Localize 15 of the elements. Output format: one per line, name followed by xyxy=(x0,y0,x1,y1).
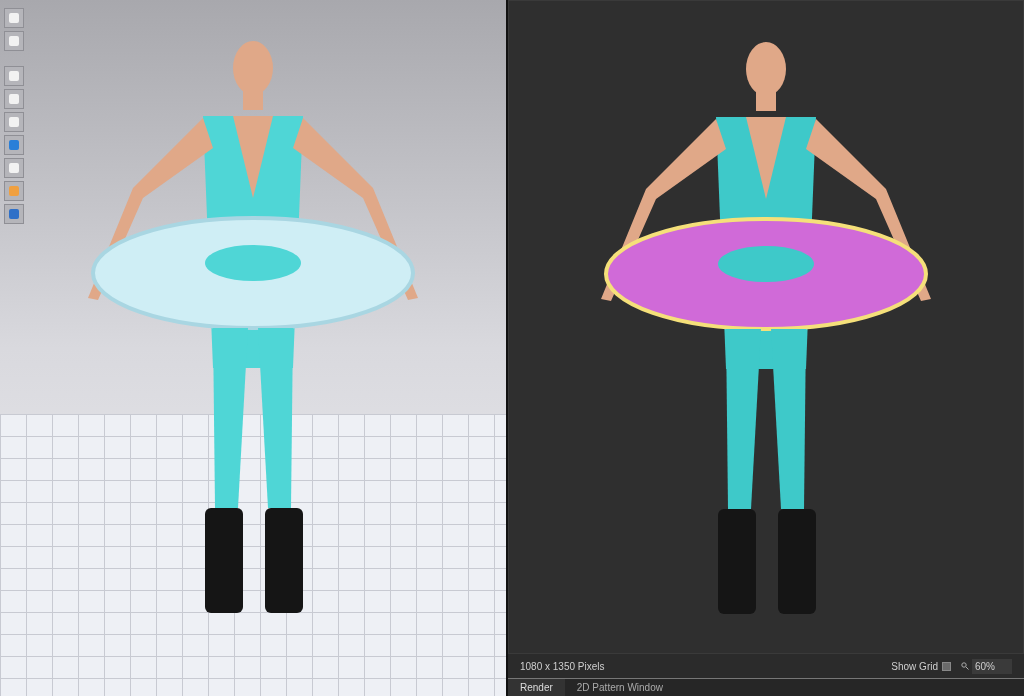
toolbar-button[interactable] xyxy=(4,112,24,132)
search-icon xyxy=(961,662,969,670)
resolution-label: 1080 x 1350 Pixels xyxy=(520,659,605,674)
show-grid-label: Show Grid xyxy=(891,659,938,674)
zoom-field[interactable]: 60% xyxy=(972,658,1012,674)
toolbar-button[interactable] xyxy=(4,135,24,155)
toolbar-button[interactable] xyxy=(4,158,24,178)
toolbar-button[interactable] xyxy=(4,8,24,28)
show-grid-checkbox[interactable] xyxy=(942,661,951,671)
toolbar-button[interactable] xyxy=(4,181,24,201)
toolbar-button[interactable] xyxy=(4,204,24,224)
toolbar-button[interactable] xyxy=(4,31,24,51)
toolbar-button[interactable] xyxy=(4,89,24,109)
panel-tab[interactable]: Render xyxy=(508,679,565,696)
toolbar-button[interactable] xyxy=(4,66,24,86)
